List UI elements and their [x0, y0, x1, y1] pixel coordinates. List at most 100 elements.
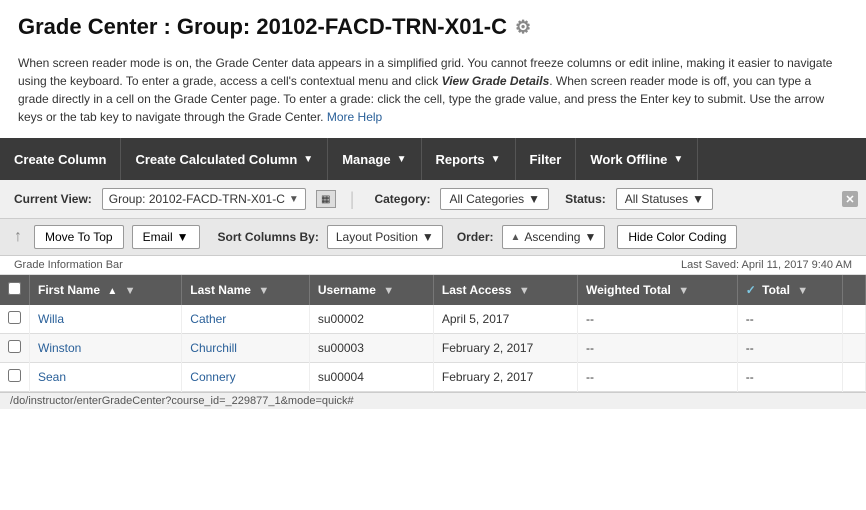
weighted-total-cell: -- — [578, 363, 738, 392]
current-view-bar: Current View: Group: 20102-FACD-TRN-X01-… — [0, 180, 866, 219]
select-all-header[interactable] — [0, 275, 30, 305]
last-saved-text: Last Saved: April 11, 2017 9:40 AM — [681, 259, 852, 271]
col-menu-icon[interactable]: ▼ — [383, 285, 394, 297]
row-action-cell — [843, 334, 866, 363]
row-actions-header — [843, 275, 866, 305]
description-area: When screen reader mode is on, the Grade… — [0, 48, 860, 138]
category-value: All Categories — [449, 192, 524, 206]
category-select[interactable]: All Categories ▼ — [440, 188, 549, 210]
caret-icon: ▼ — [673, 154, 683, 165]
order-value: Ascending — [524, 230, 580, 244]
caret-icon: ▼ — [491, 154, 501, 165]
col-menu-icon[interactable]: ▼ — [519, 285, 530, 297]
caret-icon: ▼ — [303, 154, 313, 165]
desc-bold: View Grade Details — [442, 74, 550, 88]
sort-icon: ▲ — [107, 286, 117, 297]
title-icon: ⚙ — [515, 17, 531, 38]
email-button[interactable]: Email ▼ — [132, 225, 200, 249]
row-checkbox[interactable] — [8, 340, 21, 353]
actions-bar: ↑ Move To Top Email ▼ Sort Columns By: L… — [0, 219, 866, 256]
col-menu-icon[interactable]: ▼ — [678, 285, 689, 297]
first-name-link[interactable]: Willa — [38, 312, 64, 326]
status-select[interactable]: All Statuses ▼ — [616, 188, 713, 210]
last-name-cell: Churchill — [182, 334, 310, 363]
row-action-cell — [843, 305, 866, 334]
chevron-down-icon: ▼ — [692, 192, 704, 206]
status-bar: /do/instructor/enterGradeCenter?course_i… — [0, 392, 866, 409]
row-checkbox-cell[interactable] — [0, 363, 30, 392]
last-name-cell: Cather — [182, 305, 310, 334]
select-all-checkbox[interactable] — [8, 282, 21, 295]
col-menu-icon[interactable]: ▼ — [258, 285, 269, 297]
row-checkbox-cell[interactable] — [0, 305, 30, 334]
chevron-down-icon: ▼ — [528, 192, 540, 206]
toolbar-create-calculated-column[interactable]: Create Calculated Column ▼ — [121, 138, 328, 180]
grade-info-bar-label: Grade Information Bar — [14, 259, 123, 271]
toolbar-reports[interactable]: Reports ▼ — [422, 138, 516, 180]
hide-color-coding-button[interactable]: Hide Color Coding — [617, 225, 737, 249]
separator: | — [350, 189, 355, 210]
first-name-link[interactable]: Sean — [38, 370, 66, 384]
view-icon-button[interactable]: ▦ — [316, 190, 336, 208]
last-access-cell: February 2, 2017 — [433, 363, 577, 392]
status-label: Status: — [565, 192, 606, 206]
last-access-header: Last Access ▼ — [433, 275, 577, 305]
ascending-icon: ▲ — [511, 232, 521, 243]
total-cell: -- — [737, 363, 843, 392]
toolbar-manage[interactable]: Manage ▼ — [328, 138, 421, 180]
toolbar: Create Column Create Calculated Column ▼… — [0, 138, 866, 180]
status-value: All Statuses — [625, 192, 688, 206]
table-row: Sean Connery su00004 February 2, 2017 --… — [0, 363, 866, 392]
more-help-link[interactable]: More Help — [327, 110, 382, 124]
username-cell: su00004 — [309, 363, 433, 392]
move-to-top-button[interactable]: Move To Top — [34, 225, 124, 249]
grade-table: First Name ▲ ▼ Last Name ▼ Username ▼ La… — [0, 275, 866, 392]
grade-info-row: Grade Information Bar Last Saved: April … — [0, 256, 866, 275]
col-menu-icon[interactable]: ▼ — [797, 285, 808, 297]
current-view-select[interactable]: Group: 20102-FACD-TRN-X01-C ▼ — [102, 188, 306, 210]
username-cell: su00002 — [309, 305, 433, 334]
first-name-link[interactable]: Winston — [38, 341, 81, 355]
first-name-cell: Sean — [30, 363, 182, 392]
toolbar-work-offline[interactable]: Work Offline ▼ — [576, 138, 698, 180]
last-access-cell: February 2, 2017 — [433, 334, 577, 363]
sort-columns-by-value: Layout Position — [336, 230, 418, 244]
toolbar-filter[interactable]: Filter — [516, 138, 577, 180]
row-checkbox[interactable] — [8, 369, 21, 382]
toolbar-create-column[interactable]: Create Column — [0, 138, 121, 180]
first-name-cell: Willa — [30, 305, 182, 334]
table-row: Winston Churchill su00003 February 2, 20… — [0, 334, 866, 363]
row-checkbox[interactable] — [8, 311, 21, 324]
check-icon: ✓ — [746, 283, 756, 297]
total-cell: -- — [737, 305, 843, 334]
move-icon: ↑ — [14, 228, 22, 246]
order-label: Order: — [457, 230, 494, 244]
status-url: /do/instructor/enterGradeCenter?course_i… — [10, 395, 354, 407]
first-name-header: First Name ▲ ▼ — [30, 275, 182, 305]
current-view-value: Group: 20102-FACD-TRN-X01-C — [109, 192, 285, 206]
chevron-down-icon: ▼ — [584, 230, 596, 244]
weighted-total-cell: -- — [578, 305, 738, 334]
table-header-row: First Name ▲ ▼ Last Name ▼ Username ▼ La… — [0, 275, 866, 305]
sort-columns-by-label: Sort Columns By: — [218, 230, 319, 244]
close-button[interactable]: ✕ — [842, 191, 858, 207]
table-row: Willa Cather su00002 April 5, 2017 -- -- — [0, 305, 866, 334]
weighted-total-cell: -- — [578, 334, 738, 363]
row-action-cell — [843, 363, 866, 392]
chevron-down-icon: ▼ — [422, 230, 434, 244]
sort-columns-by-select[interactable]: Layout Position ▼ — [327, 225, 443, 249]
total-cell: -- — [737, 334, 843, 363]
current-view-label: Current View: — [14, 192, 92, 206]
last-name-link[interactable]: Connery — [190, 370, 235, 384]
username-header: Username ▼ — [309, 275, 433, 305]
last-access-cell: April 5, 2017 — [433, 305, 577, 334]
col-menu-icon[interactable]: ▼ — [125, 285, 136, 297]
row-checkbox-cell[interactable] — [0, 334, 30, 363]
category-label: Category: — [374, 192, 430, 206]
email-caret-icon: ▼ — [177, 230, 189, 244]
page-title: Grade Center : Group: 20102-FACD-TRN-X01… — [18, 14, 848, 40]
order-select[interactable]: ▲ Ascending ▼ — [502, 225, 606, 249]
total-header: ✓ Total ▼ — [737, 275, 843, 305]
last-name-link[interactable]: Churchill — [190, 341, 237, 355]
last-name-link[interactable]: Cather — [190, 312, 226, 326]
